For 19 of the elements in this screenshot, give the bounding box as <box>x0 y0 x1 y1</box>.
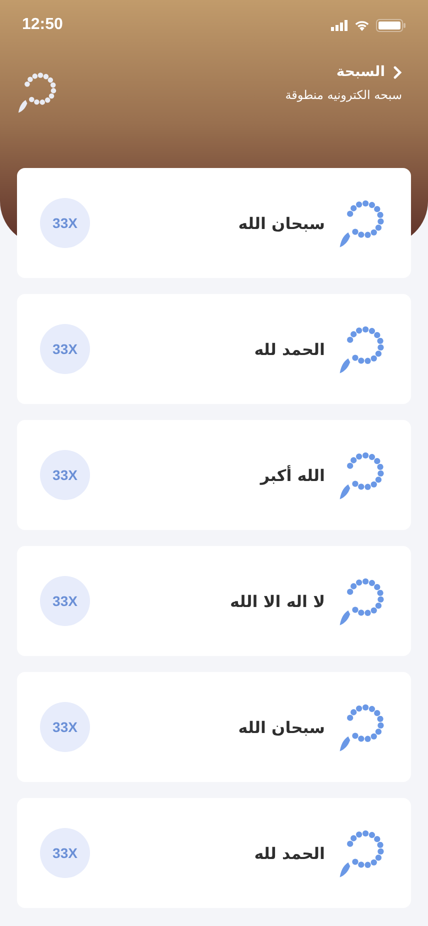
status-time: 12:50 <box>22 16 63 34</box>
count-badge: 33X <box>40 828 90 878</box>
signal-icon <box>331 20 348 30</box>
back-chevron-icon[interactable] <box>393 66 402 78</box>
dhikr-text: لا اله الا الله <box>229 592 325 610</box>
dhikr-text: الحمد لله <box>253 340 325 358</box>
count-badge: 33X <box>40 198 90 248</box>
dhikr-text: سبحان الله <box>237 718 325 736</box>
battery-icon <box>376 18 406 32</box>
count-badge: 33X <box>40 324 90 374</box>
dhikr-text: سبحان الله <box>237 214 325 232</box>
dhikr-text: الله أكبر <box>258 466 325 484</box>
count-badge: 33X <box>40 702 90 752</box>
count-badge: 33X <box>40 576 90 626</box>
page-title: السبحة <box>336 64 385 80</box>
count-badge: 33X <box>40 450 90 500</box>
page-subtitle: سبحه الكترونيه منطوقة <box>285 88 402 102</box>
wifi-icon <box>354 19 370 31</box>
dhikr-text: الحمد لله <box>253 844 325 862</box>
